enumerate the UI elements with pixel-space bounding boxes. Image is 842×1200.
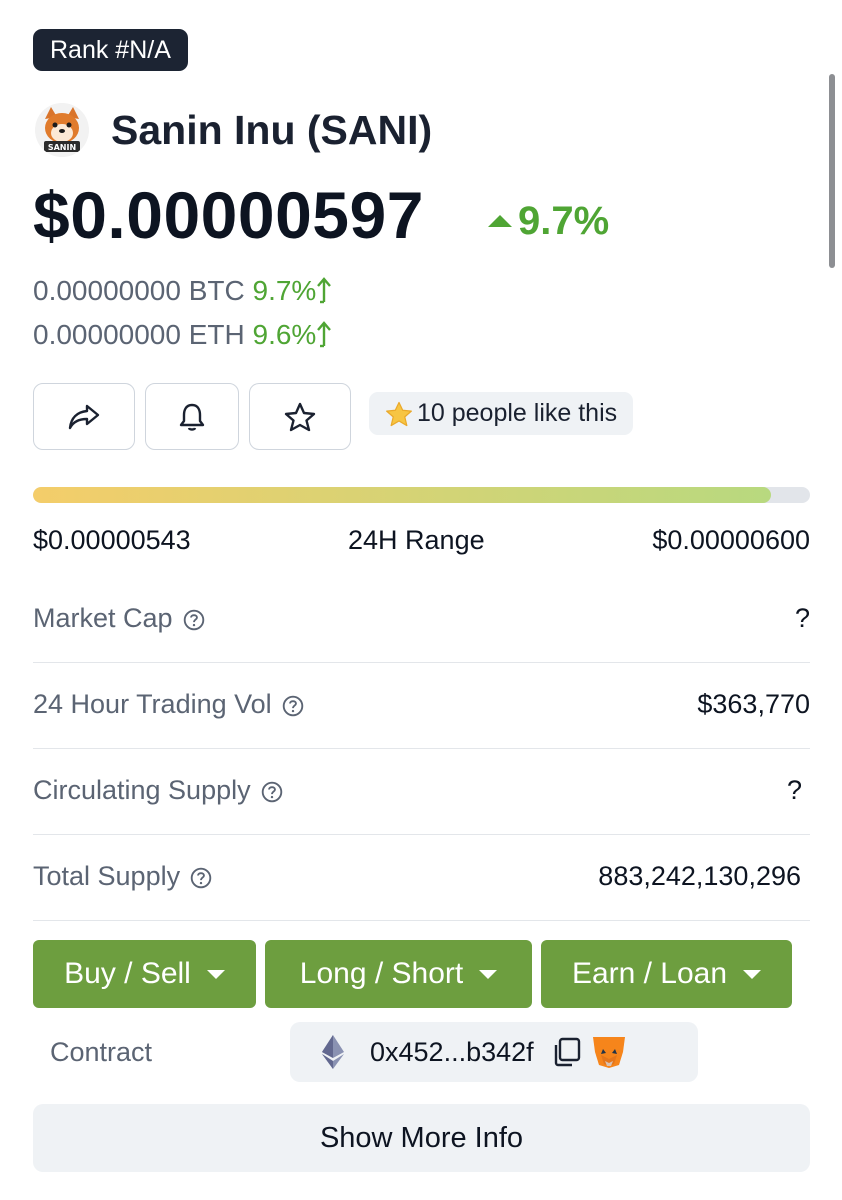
eth-conversion: 0.00000000 ETH 9.6%: [33, 318, 332, 352]
star-icon: [284, 402, 316, 431]
metamask-icon[interactable]: [590, 1035, 628, 1069]
watchlist-button[interactable]: [249, 383, 351, 450]
stat-label-text: Total Supply: [33, 861, 181, 891]
coin-name: Sanin Inu (SANI): [111, 107, 433, 153]
stat-label: Total Supply: [33, 859, 212, 893]
logo-text: SANIN: [48, 143, 76, 152]
triangle-up-icon: [488, 215, 512, 227]
contract-pill[interactable]: 0x452...b342f: [290, 1022, 698, 1082]
range-label: 24H Range: [348, 525, 485, 555]
stat-value: ?: [786, 775, 802, 805]
price-usd: $0.00000597: [33, 178, 424, 252]
help-icon[interactable]: [261, 779, 283, 803]
stat-value: $363,770: [697, 689, 810, 719]
button-label: Long / Short: [299, 957, 464, 990]
stat-label: 24 Hour Trading Vol: [33, 687, 304, 721]
range-low: $0.00000543: [33, 525, 191, 555]
contract-address: 0x452...b342f: [370, 1036, 534, 1067]
long-short-button[interactable]: Long / Short: [265, 940, 532, 1008]
help-icon[interactable]: [282, 693, 304, 717]
stat-label-text: 24 Hour Trading Vol: [33, 689, 272, 719]
ethereum-icon: [322, 1035, 344, 1069]
stat-row-circulating-supply: Circulating Supply ?: [33, 749, 810, 835]
show-more-info-button[interactable]: Show More Info: [33, 1104, 810, 1172]
range-bar-fill: [33, 487, 772, 503]
eth-change: 9.6%: [252, 319, 317, 350]
btc-change: 9.7%: [252, 275, 317, 306]
likes-badge[interactable]: 10 people like this: [369, 392, 634, 435]
star-filled-icon: [386, 401, 412, 426]
button-label: Buy / Sell: [64, 957, 191, 990]
stat-label: Market Cap: [33, 601, 205, 635]
earn-loan-button[interactable]: Earn / Loan: [541, 940, 792, 1008]
bell-icon: [179, 403, 205, 431]
caret-down-icon: [206, 969, 225, 979]
btc-conversion: 0.00000000 BTC 9.7%: [33, 274, 332, 308]
price-change-value: 9.7%: [518, 199, 610, 243]
help-icon[interactable]: [190, 865, 212, 889]
stat-row-market-cap: Market Cap ?: [33, 577, 810, 663]
buy-sell-button[interactable]: Buy / Sell: [33, 940, 256, 1008]
stat-value: 883,242,130,296: [598, 861, 801, 891]
btc-value: 0.00000000 BTC: [33, 275, 245, 306]
coin-logo: SANIN: [35, 103, 89, 157]
price-change: 9.7%: [488, 198, 609, 244]
stat-row-trading-vol: 24 Hour Trading Vol $363,770: [33, 663, 810, 749]
share-button[interactable]: [33, 383, 135, 450]
button-label: Earn / Loan: [571, 957, 728, 990]
stat-label-text: Circulating Supply: [33, 775, 251, 805]
stat-value: ?: [794, 603, 810, 633]
caret-down-icon: [743, 969, 762, 979]
stat-label: Circulating Supply: [33, 773, 283, 807]
stat-label-text: Market Cap: [33, 603, 173, 633]
share-icon: [68, 404, 100, 429]
copy-icon[interactable]: [550, 1035, 584, 1069]
price-alert-button[interactable]: [145, 383, 239, 450]
arrow-up-icon: [317, 321, 332, 348]
caret-down-icon: [479, 969, 498, 979]
contract-label: Contract: [50, 1037, 153, 1067]
help-icon[interactable]: [183, 607, 205, 631]
range-bar: [33, 487, 810, 503]
rank-badge: Rank #N/A: [33, 29, 188, 71]
arrow-up-icon: [317, 277, 332, 304]
range-high: $0.00000600: [652, 525, 810, 555]
scrollbar[interactable]: [829, 74, 835, 268]
likes-label: 10 people like this: [417, 399, 618, 427]
eth-value: 0.00000000 ETH: [33, 319, 245, 350]
stat-row-total-supply: Total Supply 883,242,130,296: [33, 835, 810, 921]
